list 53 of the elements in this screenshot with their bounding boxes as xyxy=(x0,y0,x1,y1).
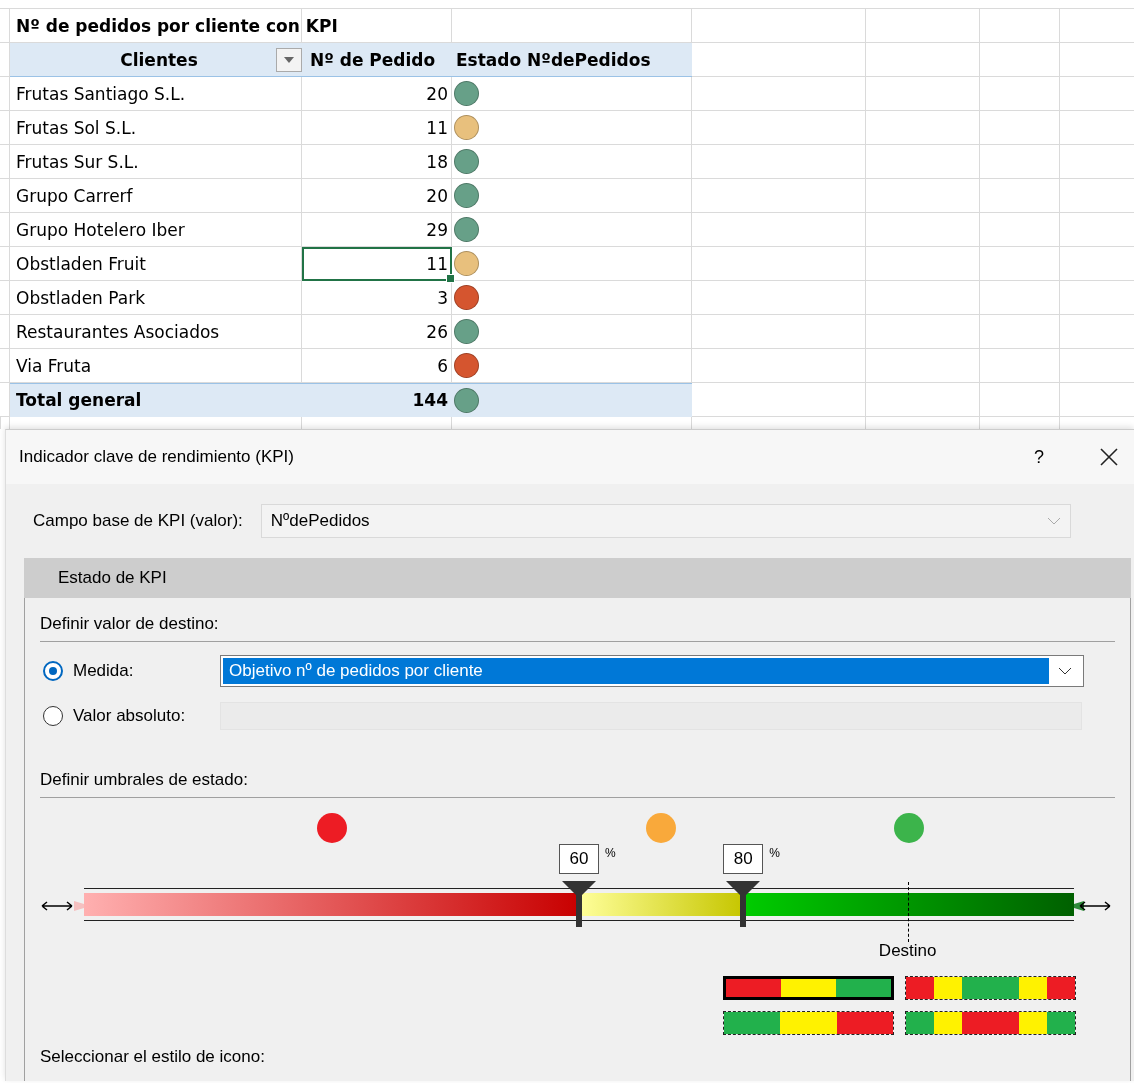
column-header: Estado NºdePedidos xyxy=(452,43,692,77)
row-label: Obstladen Park xyxy=(15,286,146,310)
row-label: Via Fruta xyxy=(15,354,93,378)
value-cell[interactable]: 26 xyxy=(302,315,452,349)
value-cell[interactable]: 18 xyxy=(302,145,452,179)
row-label: Frutas Sur S.L. xyxy=(15,150,140,174)
percent-sign: % xyxy=(605,846,616,860)
filter-button[interactable] xyxy=(276,47,302,72)
option-label: Medida: xyxy=(73,661,134,681)
value-cell[interactable]: 29 xyxy=(302,213,452,247)
column-header: Clientes xyxy=(119,49,198,70)
row-label: Grupo Carrerf xyxy=(15,184,134,208)
pattern-option[interactable] xyxy=(905,976,1076,1000)
percent-sign: % xyxy=(769,846,780,860)
row-label: Obstladen Fruit xyxy=(15,252,147,276)
chevron-down-icon xyxy=(1058,667,1072,675)
option-label: Valor absoluto: xyxy=(73,706,186,726)
group-heading: Definir umbrales de estado: xyxy=(40,754,1115,798)
row-label: Grupo Hotelero Iber xyxy=(15,218,186,242)
pivot-title: Nº de pedidos por cliente con KPI xyxy=(15,14,339,38)
value-cell[interactable]: 3 xyxy=(302,281,452,315)
caret-down-icon xyxy=(283,55,295,64)
total-value: 144 xyxy=(302,383,452,417)
pattern-option[interactable] xyxy=(723,976,894,1000)
field-label: Campo base de KPI (valor): xyxy=(33,511,243,531)
row-label: Restaurantes Asociados xyxy=(15,320,221,344)
total-label: Total general xyxy=(10,383,302,417)
threshold-field[interactable]: 60 xyxy=(559,844,599,874)
radio-button[interactable] xyxy=(43,706,63,726)
value-cell[interactable]: 20 xyxy=(302,179,452,213)
column-header: Nº de Pedido xyxy=(302,43,452,77)
threshold-field[interactable]: 80 xyxy=(723,844,764,874)
value-cell[interactable]: 11 xyxy=(302,247,452,281)
value-cell[interactable]: 11 xyxy=(302,111,452,145)
row-label: Frutas Sol S.L. xyxy=(15,116,138,140)
value-cell[interactable]: 20 xyxy=(302,77,452,111)
target-label: Destino xyxy=(878,941,937,961)
dialog-title: Indicador clave de rendimiento (KPI) xyxy=(19,447,294,467)
chevron-down-icon xyxy=(1046,517,1061,525)
base-field-dropdown[interactable]: NºdePedidos xyxy=(260,504,1071,538)
help-button[interactable]: ? xyxy=(1034,446,1044,468)
slider-thumb[interactable] xyxy=(562,881,596,927)
measure-dropdown[interactable]: Objetivo nº de pedidos por cliente xyxy=(220,655,1084,687)
radio-button[interactable] xyxy=(43,661,63,681)
row-label: Frutas Santiago S.L. xyxy=(15,82,187,106)
slider-thumb[interactable] xyxy=(726,881,761,927)
pattern-option[interactable] xyxy=(905,1011,1076,1035)
value-cell[interactable]: 6 xyxy=(302,349,452,383)
section-tab[interactable]: Estado de KPI xyxy=(24,558,1131,598)
group-heading: Seleccionar el estilo de icono: xyxy=(40,1047,266,1067)
close-icon[interactable] xyxy=(1100,448,1118,466)
pattern-option[interactable] xyxy=(723,1011,894,1035)
group-heading: Definir valor de destino: xyxy=(40,598,1115,642)
